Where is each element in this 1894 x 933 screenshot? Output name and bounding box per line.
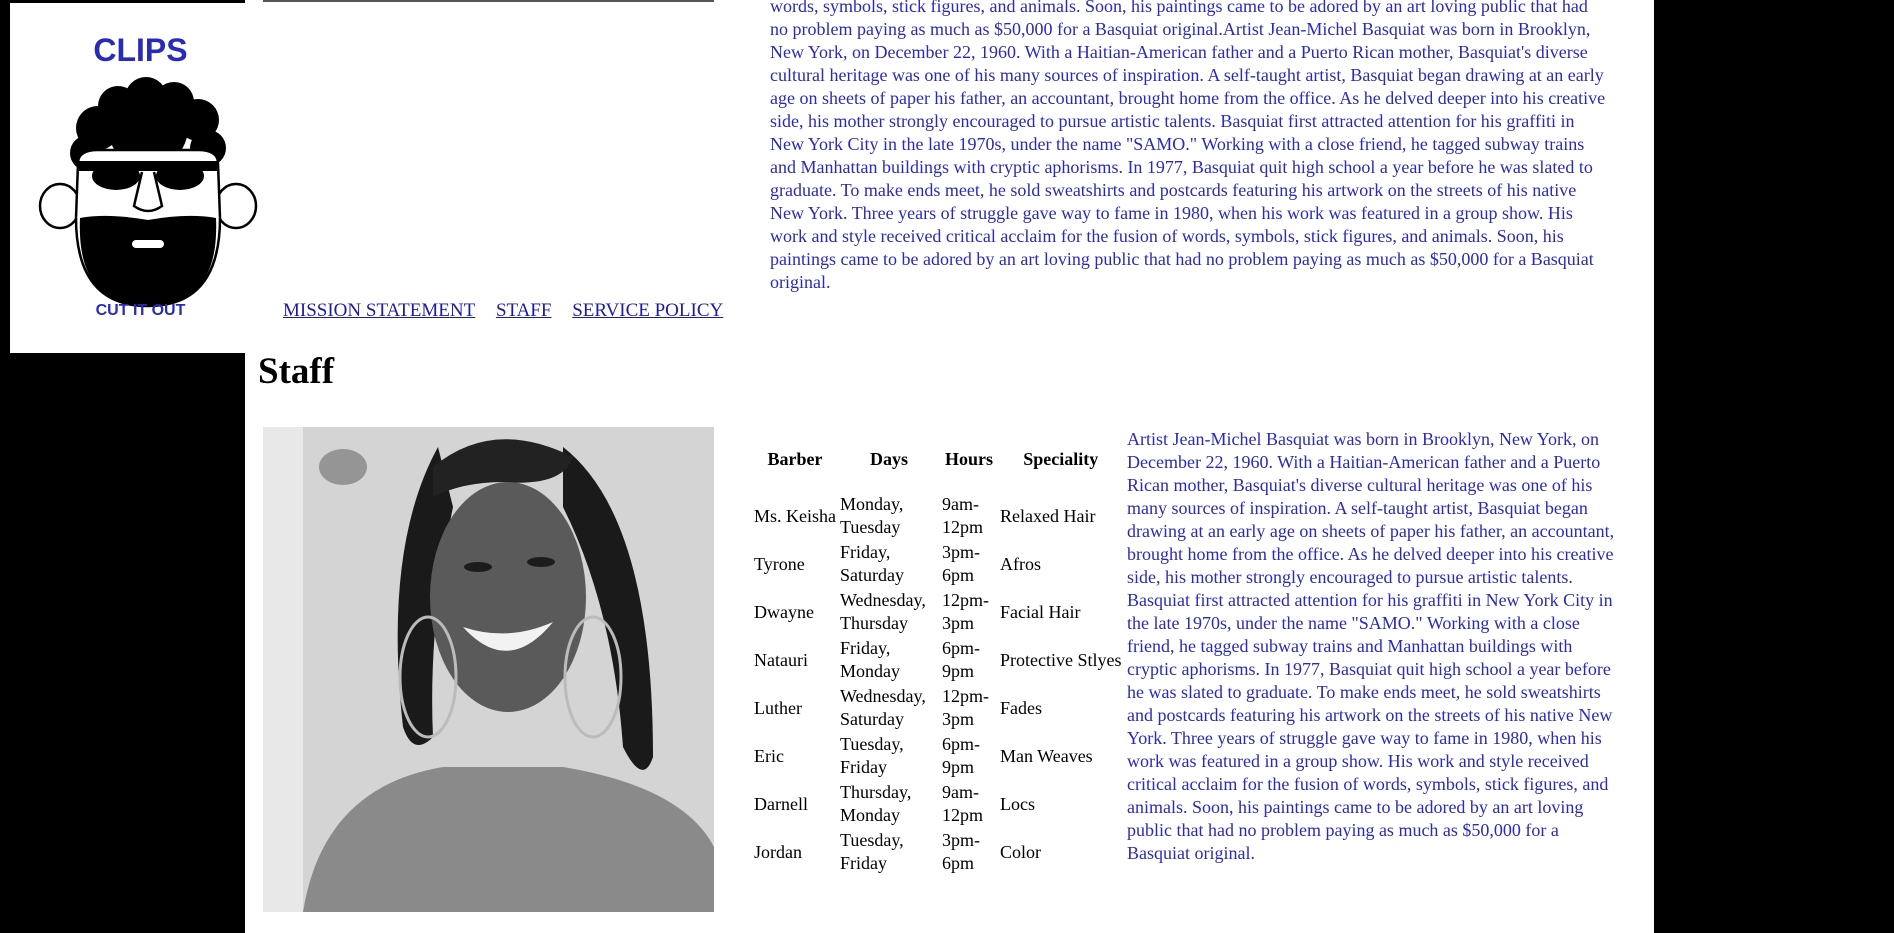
barber-cell: Luther (754, 697, 802, 718)
nav-link-service-policy[interactable]: SERVICE POLICY (572, 300, 723, 321)
barber-cell: Tyrone (754, 553, 805, 574)
table-row: Ms. Keisha Monday, Tuesday 9am-12pm Rela… (753, 493, 1122, 539)
column-header-hours: Hours (944, 449, 993, 469)
bearded-face-icon (38, 77, 258, 308)
table-row: Luther Wednesday, Saturday 12pm-3pm Fade… (753, 685, 1122, 731)
barber-cell: Natauri (754, 649, 808, 670)
staff-heading: Staff (258, 351, 335, 392)
speciality-cell: Man Weaves (1000, 745, 1093, 766)
days-cell: Friday, Saturday (840, 542, 904, 585)
speciality-cell: Afros (1000, 553, 1041, 574)
table-row: Jordan Tuesday, Friday 3pm-6pm Color (753, 829, 1122, 875)
hours-cell: 9am-12pm (942, 782, 984, 825)
about-paragraph: words, symbols, stick figures, and anima… (770, 0, 1606, 292)
main-nav: MISSION STATEMENT STAFF SERVICE POLICY (283, 300, 739, 322)
days-cell: Wednesday, Saturday (840, 686, 926, 729)
speciality-cell: Protective Stlyes (1000, 649, 1122, 670)
table-row: Eric Tuesday, Friday 6pm-9pm Man Weaves (753, 733, 1122, 779)
nav-link-mission-statement[interactable]: MISSION STATEMENT (283, 300, 475, 321)
column-header-days: Days (869, 449, 908, 469)
table-row: Darnell Thursday, Monday 9am-12pm Locs (753, 781, 1122, 827)
days-cell: Wednesday, Thursday (840, 590, 926, 633)
staff-schedule-table: Barber Days Hours Speciality Ms. Keisha … (751, 446, 1124, 877)
days-cell: Tuesday, Friday (840, 830, 904, 873)
days-cell: Tuesday, Friday (840, 734, 904, 777)
hours-cell: 12pm-3pm (942, 686, 989, 729)
barber-cell: Dwayne (754, 601, 814, 622)
barber-cell: Darnell (754, 793, 808, 814)
hours-cell: 3pm-6pm (942, 542, 980, 585)
speciality-cell: Fades (1000, 697, 1042, 718)
hours-cell: 9am-12pm (942, 494, 984, 537)
hours-cell: 6pm-9pm (942, 734, 980, 777)
days-cell: Friday, Monday (840, 638, 900, 681)
smiling-woman-photo-icon (263, 427, 714, 912)
barber-cell: Eric (754, 745, 784, 766)
site-logo[interactable]: CLIPS CUT IT OUT (10, 0, 258, 353)
days-cell: Thursday, Monday (840, 782, 912, 825)
staff-bio-paragraph: Artist Jean-Michel Basquiat was born in … (1127, 429, 1615, 863)
speciality-cell: Locs (1000, 793, 1035, 814)
table-row: Dwayne Wednesday, Thursday 12pm-3pm Faci… (753, 589, 1122, 635)
hours-cell: 6pm-9pm (942, 638, 980, 681)
staff-photo (263, 427, 714, 912)
table-row: Tyrone Friday, Saturday 3pm-6pm Afros (753, 541, 1122, 587)
speciality-cell: Relaxed Hair (1000, 505, 1096, 526)
column-header-barber: Barber (767, 449, 823, 469)
logo-top-border (10, 0, 245, 3)
speciality-cell: Facial Hair (1000, 601, 1081, 622)
top-photo-edge (263, 0, 714, 2)
days-cell: Monday, Tuesday (840, 494, 904, 537)
table-header-row: Barber Days Hours Speciality (753, 448, 1122, 491)
hours-cell: 12pm-3pm (942, 590, 989, 633)
logo-tagline: CUT IT OUT (95, 302, 186, 319)
nav-link-staff[interactable]: STAFF (496, 300, 552, 321)
column-header-speciality: Speciality (1023, 449, 1099, 469)
logo-title: CLIPS (93, 32, 188, 68)
hours-cell: 3pm-6pm (942, 830, 980, 873)
speciality-cell: Color (1000, 841, 1042, 862)
barber-cell: Ms. Keisha (754, 505, 836, 526)
table-row: Natauri Friday, Monday 6pm-9pm Protectiv… (753, 637, 1122, 683)
barber-cell: Jordan (754, 841, 802, 862)
